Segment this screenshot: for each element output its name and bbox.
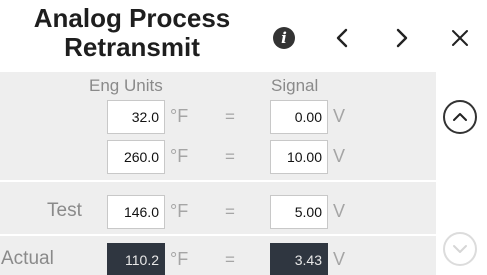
close-icon xyxy=(452,30,468,46)
close-button[interactable] xyxy=(440,18,480,58)
divider xyxy=(0,234,436,236)
test-eng-unit: °F xyxy=(170,201,189,221)
equals-sign: = xyxy=(225,147,235,166)
test-signal-field[interactable]: 5.00 xyxy=(270,195,328,229)
signal-high-unit: V xyxy=(333,146,346,166)
title-line-2: Retransmit xyxy=(64,32,200,62)
divider xyxy=(0,180,436,182)
page-title: Analog Process Retransmit xyxy=(8,4,256,62)
eng-low-unit: °F xyxy=(170,106,189,126)
equals-sign: = xyxy=(225,107,235,126)
previous-button[interactable] xyxy=(322,18,362,58)
actual-label: Actual xyxy=(1,248,54,269)
chevron-left-icon xyxy=(336,28,348,48)
eng-high-unit: °F xyxy=(170,146,189,166)
info-button[interactable]: i xyxy=(264,18,304,58)
eng-high-field[interactable]: 260.0 xyxy=(107,140,165,174)
title-line-1: Analog Process xyxy=(33,3,231,33)
actual-eng-unit: °F xyxy=(170,249,189,269)
equals-sign: = xyxy=(225,250,235,269)
eng-units-header: Eng Units xyxy=(89,76,163,95)
signal-low-unit: V xyxy=(333,106,346,126)
scroll-sidebar xyxy=(436,72,487,275)
next-button[interactable] xyxy=(382,18,422,58)
info-icon: i xyxy=(273,27,295,49)
actual-eng-value: 110.2 xyxy=(107,243,165,275)
chevron-right-icon xyxy=(396,28,408,48)
scroll-down-button[interactable] xyxy=(443,232,477,266)
header-bar: Analog Process Retransmit i xyxy=(0,0,487,72)
test-eng-field[interactable]: 146.0 xyxy=(107,195,165,229)
test-label: Test xyxy=(47,200,82,221)
test-signal-unit: V xyxy=(333,201,346,221)
actual-signal-value: 3.43 xyxy=(270,243,328,275)
signal-low-field[interactable]: 0.00 xyxy=(270,100,328,134)
chevron-up-icon xyxy=(453,113,467,121)
chevron-down-icon xyxy=(453,245,467,253)
eng-low-field[interactable]: 32.0 xyxy=(107,100,165,134)
scroll-up-button[interactable] xyxy=(443,100,477,134)
actual-signal-unit: V xyxy=(333,249,346,269)
equals-sign: = xyxy=(225,202,235,221)
content-panel: Eng Units Signal 32.0 °F = 0.00 V 260.0 … xyxy=(0,72,436,275)
signal-high-field[interactable]: 10.00 xyxy=(270,140,328,174)
signal-header: Signal xyxy=(271,76,319,95)
